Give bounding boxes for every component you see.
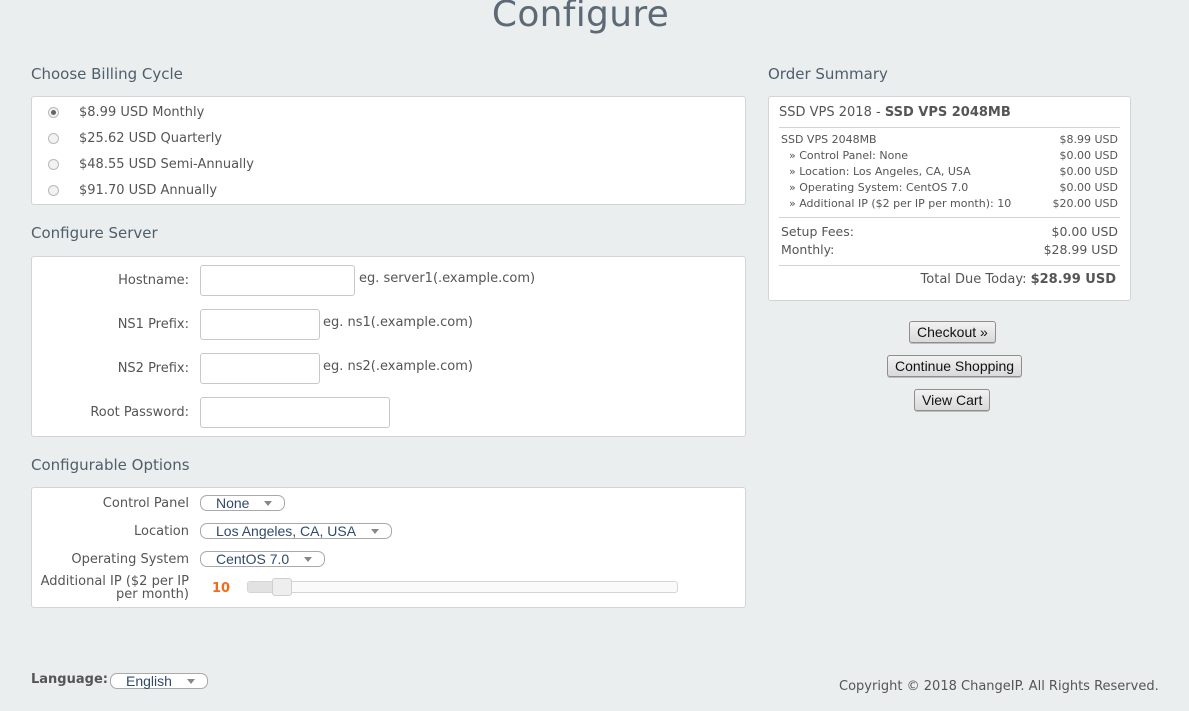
root-password-label: Root Password:	[90, 405, 189, 420]
radio-button[interactable]	[48, 132, 59, 144]
location-select[interactable]: Los Angeles, CA, USA	[200, 523, 392, 539]
divider	[779, 217, 1120, 218]
monthly-label: Monthly:	[781, 242, 835, 257]
summary-item-label: » Operating System: CentOS 7.0	[789, 181, 969, 194]
operating-system-selected: CentOS 7.0	[216, 551, 290, 567]
billing-option-annually[interactable]: $91.70 USD Annually	[48, 180, 217, 200]
hostname-hint: eg. server1(.example.com)	[359, 271, 536, 286]
total-due-value: $28.99 USD	[1030, 272, 1116, 287]
billing-option-label: $48.55 USD Semi-Annually	[79, 156, 254, 172]
ns2-hint: eg. ns2(.example.com)	[323, 359, 473, 374]
summary-item-label: » Control Panel: None	[789, 149, 909, 162]
additional-ip-value: 10	[212, 581, 231, 596]
control-panel-select[interactable]: None	[200, 495, 285, 511]
order-summary-panel: SSD VPS 2018 - SSD VPS 2048MB SSD VPS 20…	[768, 96, 1131, 301]
continue-shopping-button[interactable]: Continue Shopping	[887, 355, 1023, 377]
summary-item-label: SSD VPS 2048MB	[781, 133, 877, 146]
summary-item: » Operating System: CentOS 7.0 $0.00 USD	[789, 181, 1118, 194]
summary-item-label: » Additional IP ($2 per IP per month): 1…	[789, 197, 1012, 210]
ns1-label: NS1 Prefix:	[117, 317, 189, 332]
total-due-label: Total Due Today:	[920, 272, 1027, 287]
control-panel-label: Control Panel	[102, 496, 189, 511]
summary-item-price: $20.00 USD	[1052, 197, 1119, 210]
summary-item: SSD VPS 2048MB $8.99 USD	[781, 133, 1118, 146]
chevron-down-icon	[187, 679, 195, 684]
configure-server-panel: Hostname: eg. server1(.example.com) NS1 …	[31, 256, 746, 437]
summary-item: » Control Panel: None $0.00 USD	[789, 149, 1118, 162]
ns2-label: NS2 Prefix:	[117, 361, 189, 376]
radio-button[interactable]	[48, 184, 59, 196]
hostname-label: Hostname:	[118, 273, 189, 288]
options-section-title: Configurable Options	[31, 456, 190, 474]
chevron-down-icon	[371, 529, 379, 534]
monthly-value: $28.99 USD	[1043, 242, 1118, 257]
ns1-hint: eg. ns1(.example.com)	[323, 315, 473, 330]
view-cart-button[interactable]: View Cart	[914, 389, 991, 411]
slider-handle[interactable]	[272, 578, 293, 596]
language-selected: English	[126, 673, 172, 689]
billing-option-label: $8.99 USD Monthly	[79, 104, 205, 120]
setup-fees-value: $0.00 USD	[1051, 224, 1118, 239]
operating-system-select[interactable]: CentOS 7.0	[200, 551, 325, 567]
summary-item: » Additional IP ($2 per IP per month): 1…	[789, 197, 1118, 210]
billing-option-monthly[interactable]: $8.99 USD Monthly	[48, 102, 204, 122]
billing-option-semi-annually[interactable]: $48.55 USD Semi-Annually	[48, 154, 254, 174]
summary-item-price: $8.99 USD	[1059, 133, 1119, 146]
monthly-row: Monthly: $28.99 USD	[781, 242, 1118, 257]
checkout-button[interactable]: Checkout »	[909, 321, 996, 343]
additional-ip-slider[interactable]	[247, 578, 678, 596]
configurable-options-panel: Control Panel None Location Los Angeles,…	[31, 487, 746, 608]
setup-fees-row: Setup Fees: $0.00 USD	[781, 224, 1118, 239]
copyright-text: Copyright © 2018 ChangeIP. All Rights Re…	[839, 679, 1159, 694]
summary-item-price: $0.00 USD	[1059, 149, 1119, 162]
hostname-input[interactable]	[200, 265, 355, 296]
root-password-input[interactable]	[200, 397, 390, 428]
billing-option-label: $25.62 USD Quarterly	[79, 130, 223, 146]
radio-button[interactable]	[48, 158, 59, 170]
summary-section-title: Order Summary	[768, 65, 888, 83]
language-label: Language:	[31, 672, 108, 687]
summary-item-price: $0.00 USD	[1059, 165, 1119, 178]
setup-fees-label: Setup Fees:	[781, 224, 854, 239]
billing-option-label: $91.70 USD Annually	[79, 182, 218, 198]
product-group: SSD VPS 2018 -	[779, 105, 885, 120]
summary-item-label: » Location: Los Angeles, CA, USA	[789, 165, 971, 178]
chevron-down-icon	[304, 557, 312, 562]
summary-product-heading: SSD VPS 2018 - SSD VPS 2048MB	[779, 105, 1011, 120]
divider	[779, 127, 1120, 128]
server-section-title: Configure Server	[31, 224, 158, 242]
operating-system-label: Operating System	[71, 552, 189, 567]
summary-item: » Location: Los Angeles, CA, USA $0.00 U…	[789, 165, 1118, 178]
location-selected: Los Angeles, CA, USA	[216, 523, 357, 539]
control-panel-selected: None	[216, 495, 250, 511]
billing-section-title: Choose Billing Cycle	[31, 65, 183, 83]
product-name: SSD VPS 2048MB	[884, 105, 1011, 120]
page-title: Configure	[491, 0, 670, 35]
summary-item-price: $0.00 USD	[1059, 181, 1119, 194]
total-due-today: Total Due Today: $28.99 USD	[921, 272, 1116, 287]
billing-cycle-panel: $8.99 USD Monthly $25.62 USD Quarterly $…	[31, 96, 746, 205]
language-select[interactable]: English	[110, 673, 208, 689]
additional-ip-label: Additional IP ($2 per IP per month)	[40, 574, 189, 602]
location-label: Location	[134, 524, 189, 539]
ns2-prefix-input[interactable]	[200, 353, 320, 384]
chevron-down-icon	[264, 501, 272, 506]
ns1-prefix-input[interactable]	[200, 309, 320, 340]
billing-option-quarterly[interactable]: $25.62 USD Quarterly	[48, 128, 222, 148]
radio-button[interactable]	[48, 106, 59, 118]
divider	[779, 265, 1120, 266]
